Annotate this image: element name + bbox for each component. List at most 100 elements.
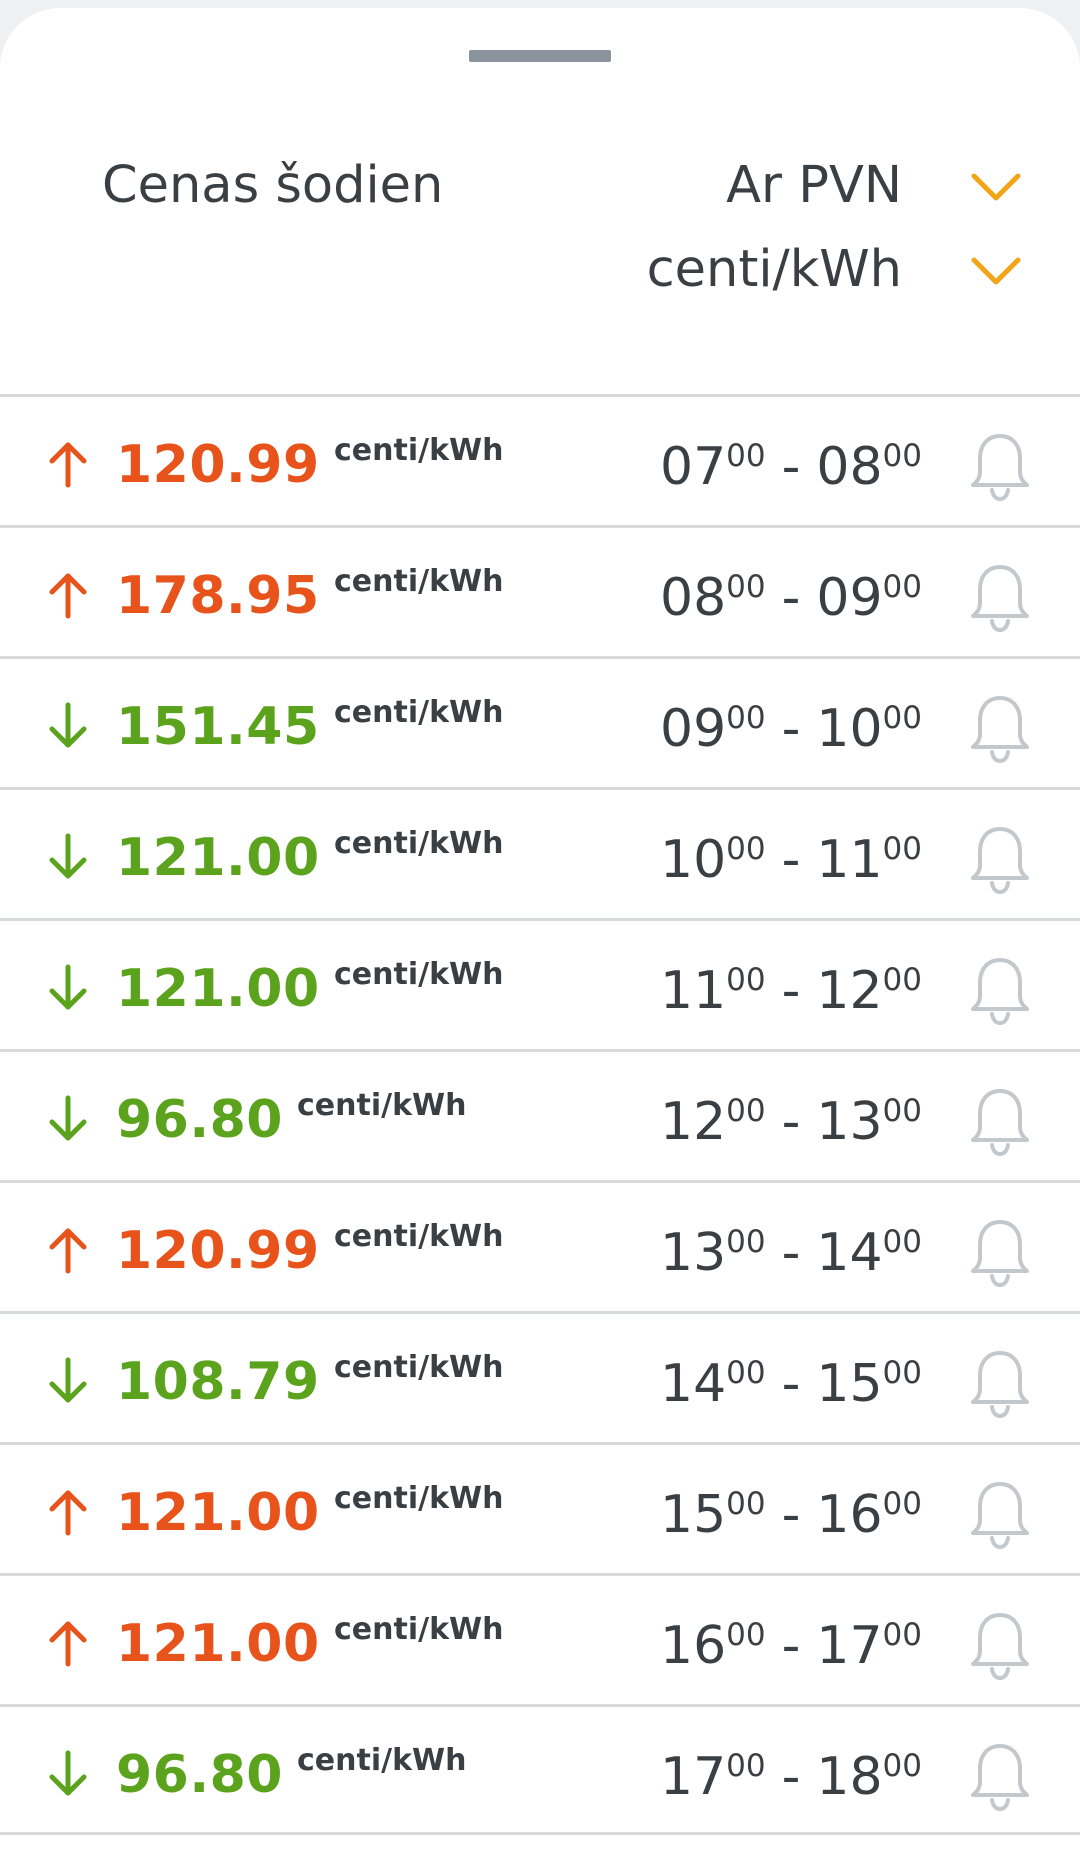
chevron-down-icon[interactable] bbox=[968, 168, 1024, 208]
bottom-sheet: Cenas šodien Ar PVN centi/kWh 120.99 cent… bbox=[0, 8, 1080, 1853]
time-separator: - bbox=[781, 1354, 801, 1414]
time-range: 0800-0900 bbox=[660, 568, 922, 628]
bell-icon[interactable] bbox=[968, 430, 1032, 502]
time-separator: - bbox=[781, 1616, 801, 1676]
time-separator: - bbox=[781, 568, 801, 628]
time-from-hour: 10 bbox=[659, 830, 727, 890]
time-range: 1000-1100 bbox=[660, 830, 922, 890]
time-range: 0700-0800 bbox=[660, 437, 922, 497]
time-range: 1400-1500 bbox=[660, 1354, 922, 1414]
vat-dropdown-label: Ar PVN bbox=[726, 156, 902, 215]
time-separator: - bbox=[781, 830, 801, 890]
price-row[interactable]: 178.95 centi/kWh 0800-0900 bbox=[0, 525, 1080, 656]
time-separator: - bbox=[781, 1223, 801, 1283]
time-separator: - bbox=[781, 437, 801, 497]
price-unit: centi/kWh bbox=[297, 1088, 467, 1123]
price-row[interactable]: 121.00 centi/kWh 1000-1100 bbox=[0, 787, 1080, 918]
price-unit: centi/kWh bbox=[334, 1350, 504, 1385]
bell-icon[interactable] bbox=[968, 1740, 1032, 1812]
arrow-up-icon bbox=[49, 1621, 87, 1667]
time-from-minute: 00 bbox=[726, 1748, 766, 1784]
arrow-down-icon bbox=[49, 1750, 87, 1796]
price-value: 151.45 bbox=[116, 697, 320, 757]
bell-icon[interactable] bbox=[968, 1478, 1032, 1550]
price-unit: centi/kWh bbox=[334, 1612, 504, 1647]
time-to-hour: 13 bbox=[816, 1092, 883, 1152]
price-row[interactable]: 120.99 centi/kWh 1300-1400 bbox=[0, 1180, 1080, 1311]
time-to-minute: 00 bbox=[882, 1486, 922, 1522]
time-from-minute: 00 bbox=[726, 569, 766, 605]
bell-icon[interactable] bbox=[968, 1347, 1032, 1419]
time-separator: - bbox=[781, 1092, 801, 1152]
arrow-down-icon bbox=[49, 964, 87, 1010]
price-unit: centi/kWh bbox=[334, 826, 504, 861]
price-row[interactable]: 151.45 centi/kWh 0900-1000 bbox=[0, 656, 1080, 787]
bell-icon[interactable] bbox=[968, 1609, 1032, 1681]
bell-icon[interactable] bbox=[968, 692, 1032, 764]
time-to-minute: 00 bbox=[882, 1748, 922, 1784]
time-to-minute: 00 bbox=[882, 831, 922, 867]
bell-icon[interactable] bbox=[968, 954, 1032, 1026]
time-range: 1500-1600 bbox=[660, 1485, 922, 1545]
time-range: 0900-1000 bbox=[660, 699, 922, 759]
bell-icon[interactable] bbox=[968, 1085, 1032, 1157]
time-to-minute: 00 bbox=[882, 569, 922, 605]
time-from-minute: 00 bbox=[726, 1224, 766, 1260]
time-to-minute: 00 bbox=[882, 1617, 922, 1653]
price-value: 108.79 bbox=[116, 1352, 320, 1412]
price-row[interactable]: 96.80 centi/kWh 1200-1300 bbox=[0, 1049, 1080, 1180]
arrow-up-icon bbox=[49, 1228, 87, 1274]
arrow-up-icon bbox=[49, 442, 87, 488]
price-unit: centi/kWh bbox=[297, 1743, 467, 1778]
time-from-hour: 08 bbox=[659, 568, 727, 628]
price-row[interactable]: 108.79 centi/kWh 1400-1500 bbox=[0, 1311, 1080, 1442]
time-from-minute: 00 bbox=[726, 700, 766, 736]
time-to-hour: 18 bbox=[816, 1747, 883, 1807]
page-title: Cenas šodien bbox=[102, 156, 444, 215]
time-from-hour: 07 bbox=[659, 437, 727, 497]
time-from-hour: 17 bbox=[659, 1747, 727, 1807]
price-list[interactable]: 120.99 centi/kWh 0700-0800 178.95 centi/kWh 0… bbox=[0, 394, 1080, 1835]
price-unit: centi/kWh bbox=[334, 564, 504, 599]
price-value: 120.99 bbox=[116, 1221, 320, 1281]
time-separator: - bbox=[781, 1485, 801, 1545]
time-range: 1100-1200 bbox=[660, 961, 922, 1021]
time-to-hour: 12 bbox=[816, 961, 883, 1021]
price-unit: centi/kWh bbox=[334, 433, 504, 468]
time-to-hour: 11 bbox=[816, 830, 883, 890]
price-value: 121.00 bbox=[116, 959, 320, 1019]
time-range: 1600-1700 bbox=[660, 1616, 922, 1676]
price-unit: centi/kWh bbox=[334, 957, 504, 992]
price-value: 121.00 bbox=[116, 828, 320, 888]
time-from-minute: 00 bbox=[726, 1486, 766, 1522]
time-to-minute: 00 bbox=[882, 438, 922, 474]
price-row[interactable]: 121.00 centi/kWh 1100-1200 bbox=[0, 918, 1080, 1049]
arrow-down-icon bbox=[49, 1357, 87, 1403]
price-row[interactable]: 121.00 centi/kWh 1600-1700 bbox=[0, 1573, 1080, 1704]
bell-icon[interactable] bbox=[968, 561, 1032, 633]
time-from-hour: 12 bbox=[659, 1092, 727, 1152]
price-value: 121.00 bbox=[116, 1483, 320, 1543]
bell-icon[interactable] bbox=[968, 1216, 1032, 1288]
price-value: 120.99 bbox=[116, 435, 320, 495]
price-row[interactable]: 121.00 centi/kWh 1500-1600 bbox=[0, 1442, 1080, 1573]
time-to-hour: 10 bbox=[816, 699, 883, 759]
time-from-hour: 13 bbox=[659, 1223, 727, 1283]
time-to-minute: 00 bbox=[882, 1355, 922, 1391]
price-unit: centi/kWh bbox=[334, 695, 504, 730]
unit-dropdown-label: centi/kWh bbox=[646, 240, 902, 299]
time-to-minute: 00 bbox=[882, 962, 922, 998]
price-row[interactable]: 120.99 centi/kWh 0700-0800 bbox=[0, 394, 1080, 525]
arrow-down-icon bbox=[49, 702, 87, 748]
time-from-hour: 14 bbox=[659, 1354, 727, 1414]
price-unit: centi/kWh bbox=[334, 1219, 504, 1254]
time-from-minute: 00 bbox=[726, 1617, 766, 1653]
bell-icon[interactable] bbox=[968, 823, 1032, 895]
drag-handle[interactable] bbox=[469, 50, 611, 62]
time-from-hour: 15 bbox=[659, 1485, 727, 1545]
time-to-hour: 16 bbox=[816, 1485, 883, 1545]
time-to-minute: 00 bbox=[882, 700, 922, 736]
time-to-hour: 09 bbox=[816, 568, 883, 628]
price-row[interactable]: 96.80 centi/kWh 1700-1800 bbox=[0, 1704, 1080, 1835]
chevron-down-icon[interactable] bbox=[968, 252, 1024, 292]
